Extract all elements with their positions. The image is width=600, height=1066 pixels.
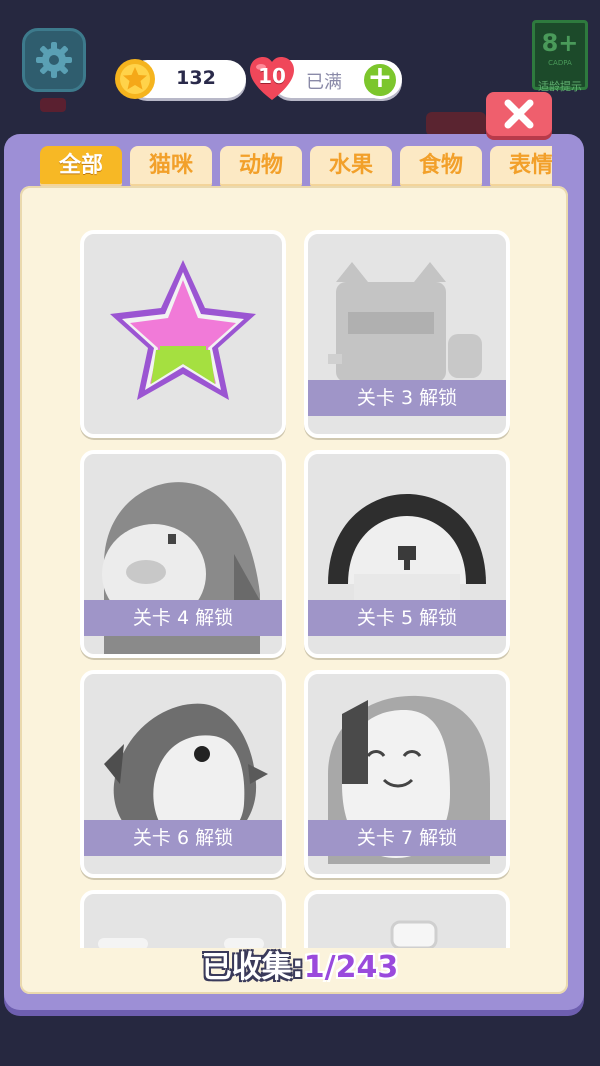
- tab-cats[interactable]: 猫咪: [130, 146, 212, 186]
- picture-card-star[interactable]: [80, 230, 286, 438]
- picture-card-cat[interactable]: 关卡 3 解锁: [304, 230, 510, 438]
- lives-count: 10: [258, 64, 286, 88]
- gear-icon: [36, 42, 72, 78]
- picture-grid: 关卡 3 解锁 关卡 4 解锁 关卡 5 解锁 关卡 6 解锁 关卡 7 解锁: [30, 220, 562, 948]
- tab-label: 水果: [328, 153, 373, 178]
- picture-card[interactable]: [304, 890, 510, 948]
- collection-progress: 已收集:1/243: [0, 942, 600, 986]
- plus-icon: +: [367, 60, 393, 95]
- category-tabs: 全部 猫咪 动物 水果 食物 表情: [40, 146, 552, 188]
- add-lives-button[interactable]: +: [361, 61, 399, 99]
- picture-card[interactable]: [80, 890, 286, 948]
- tab-animals[interactable]: 动物: [220, 146, 302, 186]
- picture: [390, 920, 438, 948]
- tab-emoji[interactable]: 表情: [490, 146, 552, 186]
- tab-label: 表情: [508, 153, 552, 178]
- picture-card-dog[interactable]: 关卡 5 解锁: [304, 450, 510, 658]
- lock-label: 关卡 6 解锁: [84, 820, 282, 856]
- age-rating-org: CADPA: [548, 59, 572, 67]
- picture: [98, 938, 264, 948]
- tab-label: 食物: [418, 153, 463, 178]
- background-decoration: [426, 112, 486, 136]
- lock-label: 关卡 7 解锁: [308, 820, 506, 856]
- tab-food[interactable]: 食物: [400, 146, 482, 186]
- picture-card-penguin[interactable]: 关卡 4 解锁: [80, 450, 286, 658]
- background-decoration: [40, 98, 66, 112]
- tab-fruits[interactable]: 水果: [310, 146, 392, 186]
- age-rating: 8+: [541, 29, 579, 57]
- collection-count: 1/243: [303, 950, 399, 985]
- tab-label: 猫咪: [148, 153, 193, 178]
- tab-label: 动物: [238, 153, 283, 178]
- coin-icon: [115, 59, 155, 99]
- lock-label: 关卡 3 解锁: [308, 380, 506, 416]
- lives-status: 已满: [306, 72, 342, 93]
- close-button[interactable]: [486, 92, 552, 136]
- lock-label: 关卡 5 解锁: [308, 600, 506, 636]
- tab-label: 全部: [58, 153, 103, 178]
- tab-all[interactable]: 全部: [40, 146, 122, 186]
- star-picture: [110, 260, 256, 400]
- picture-card-face[interactable]: 关卡 7 解锁: [304, 670, 510, 878]
- close-icon: [504, 99, 534, 129]
- settings-button[interactable]: [22, 28, 86, 92]
- collection-label: 已收集:: [201, 950, 304, 985]
- lock-label: 关卡 4 解锁: [84, 600, 282, 636]
- picture-card-shark[interactable]: 关卡 6 解锁: [80, 670, 286, 878]
